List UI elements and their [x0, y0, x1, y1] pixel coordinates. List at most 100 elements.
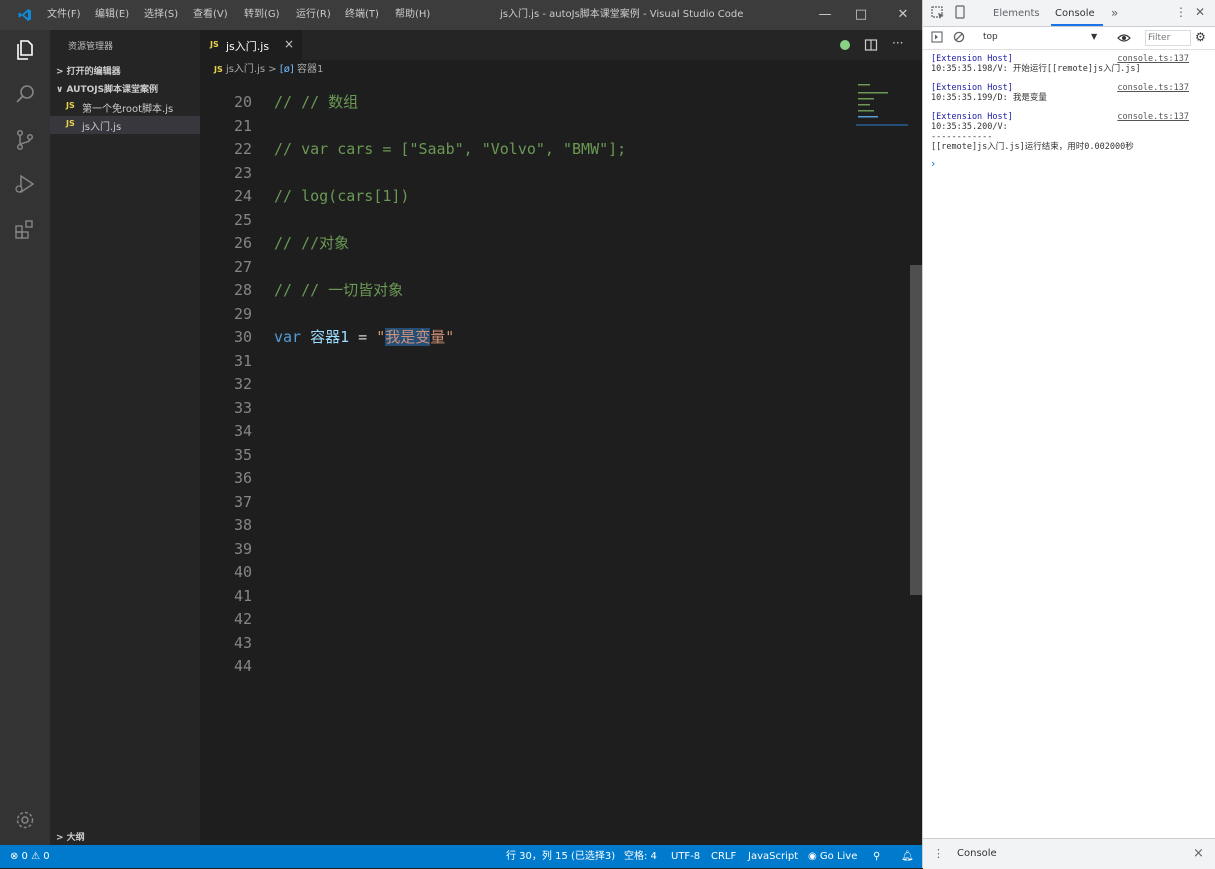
maximize-button[interactable]: □	[846, 0, 876, 30]
code-line[interactable]: 35	[200, 444, 840, 467]
outline-section[interactable]: > 大纲	[56, 830, 85, 843]
line-number: 30	[233, 328, 252, 346]
code-area[interactable]: 20 // // 数组 21 22 // var cars = ["Saab", "Vo…	[200, 91, 900, 691]
line-number: 33	[233, 398, 252, 417]
chevron-down-icon[interactable]: ▼	[1091, 32, 1097, 41]
code-line[interactable]: 31	[200, 350, 840, 373]
drawer-close-icon[interactable]: ×	[1193, 846, 1204, 861]
code-line[interactable]: 41	[200, 585, 840, 608]
minimap[interactable]	[856, 80, 908, 130]
minimize-button[interactable]: —	[810, 0, 840, 30]
tab-close-icon[interactable]: ×	[284, 37, 294, 51]
source-link[interactable]: console.ts:137	[1117, 83, 1189, 93]
extensions-icon[interactable]	[13, 218, 37, 242]
go-live-button[interactable]: ◉ Go Live	[808, 845, 857, 868]
code-line[interactable]: 22 // var cars = ["Saab", "Volvo", "BMW"]…	[200, 138, 840, 161]
code-line[interactable]: 20 // // 数组	[200, 91, 840, 114]
drawer-menu-icon[interactable]: ⋮	[933, 847, 944, 860]
indentation[interactable]: 空格: 4	[624, 845, 657, 868]
tab-console[interactable]: Console	[1055, 8, 1095, 19]
console-message: [Extension Host] console.ts:137 10:35:35.2…	[931, 112, 1209, 152]
search-icon[interactable]	[13, 82, 37, 106]
devtools-toolbar: Elements Console » ⋮ ✕	[923, 0, 1215, 27]
sidebar-title: 资源管理器	[68, 42, 114, 52]
code-line[interactable]: 39	[200, 538, 840, 561]
live-expression-eye-icon[interactable]	[1117, 32, 1131, 44]
device-toolbar-icon[interactable]	[953, 5, 967, 19]
line-number: 24	[233, 187, 252, 205]
show-sidebar-icon[interactable]	[931, 31, 943, 43]
code-line[interactable]: 24 // log(cars[1])	[200, 185, 840, 208]
cursor-position[interactable]: 行 30，列 15 (已选择3)	[506, 845, 615, 868]
encoding[interactable]: UTF-8	[671, 845, 700, 868]
code-line[interactable]: 32	[200, 373, 840, 396]
code-line[interactable]: 29	[200, 303, 840, 326]
tab-elements[interactable]: Elements	[993, 8, 1040, 19]
workspace-folder[interactable]: ∨ AUTOJS脚本课堂案例	[56, 82, 158, 95]
code-line[interactable]: 34	[200, 420, 840, 443]
line-ending[interactable]: CRLF	[711, 845, 736, 868]
split-editor-icon[interactable]	[864, 38, 878, 52]
editor-scrollbar[interactable]	[910, 265, 922, 595]
tab-js-rumen[interactable]: JS js入门.js ×	[200, 30, 302, 60]
manage-gear-icon[interactable]	[13, 808, 37, 832]
menu-view[interactable]: 查看(V)	[193, 0, 228, 30]
menu-goto[interactable]: 转到(G)	[244, 0, 280, 30]
code-line[interactable]: 23	[200, 162, 840, 185]
devtools-close-icon[interactable]: ✕	[1195, 5, 1205, 19]
inspect-element-icon[interactable]	[931, 6, 945, 20]
open-editors-section[interactable]: > 打开的编辑器	[56, 64, 121, 77]
file-item-active[interactable]: JS js入门.js	[50, 116, 200, 134]
code-line[interactable]: 44	[200, 655, 840, 678]
code-line[interactable]: 30 var 容器1 = "我是变量"	[200, 326, 840, 349]
close-button[interactable]: ✕	[888, 0, 918, 30]
code-line[interactable]: 43	[200, 632, 840, 655]
drawer-tab-console[interactable]: Console	[957, 848, 997, 859]
code-line[interactable]: 33	[200, 397, 840, 420]
line-number: 36	[233, 469, 252, 487]
run-debug-icon[interactable]	[13, 172, 37, 196]
menu-selection[interactable]: 选择(S)	[144, 0, 178, 30]
code-line[interactable]: 27	[200, 256, 840, 279]
source-link[interactable]: console.ts:137	[1117, 112, 1189, 122]
menu-help[interactable]: 帮助(H)	[395, 0, 430, 30]
menu-run[interactable]: 运行(R)	[296, 0, 331, 30]
code-line[interactable]: 36	[200, 467, 840, 490]
file-item[interactable]: JS 第一个免root脚本.js	[50, 98, 200, 116]
code-line[interactable]: 37	[200, 491, 840, 514]
console-prompt[interactable]: ›	[931, 157, 935, 170]
explorer-icon[interactable]	[13, 38, 37, 62]
context-selector[interactable]: top	[983, 32, 998, 42]
code-line[interactable]: 21	[200, 115, 840, 138]
code-line[interactable]: 28 // // 一切皆对象	[200, 279, 840, 302]
console-filter-input[interactable]	[1145, 30, 1191, 46]
language-mode[interactable]: JavaScript	[748, 845, 798, 868]
breadcrumb-file[interactable]: js入门.js	[226, 64, 265, 75]
menu-edit[interactable]: 编辑(E)	[95, 0, 129, 30]
menu-terminal[interactable]: 终端(T)	[345, 0, 379, 30]
code-line[interactable]: 25	[200, 209, 840, 232]
line-number: 25	[233, 210, 252, 229]
menu-file[interactable]: 文件(F)	[47, 0, 81, 30]
code-line[interactable]: 26 // //对象	[200, 232, 840, 255]
customize-menu-icon[interactable]: ⋮	[1175, 5, 1187, 19]
feedback-icon[interactable]: ⚲	[873, 845, 880, 868]
debug-bug-icon[interactable]	[838, 38, 852, 52]
code-line[interactable]: 38	[200, 514, 840, 537]
devtools-drawer: ⋮ Console ×	[923, 838, 1215, 869]
clear-console-icon[interactable]	[953, 31, 965, 43]
more-actions-icon[interactable]: ···	[892, 36, 903, 50]
notifications-icon[interactable]: 🔔︎	[901, 845, 914, 868]
code-line[interactable]: 40	[200, 561, 840, 584]
breadcrumb-symbol[interactable]: 容器1	[297, 64, 323, 75]
source-link[interactable]: console.ts:137	[1117, 54, 1189, 64]
code-line[interactable]: 42	[200, 608, 840, 631]
source-control-icon[interactable]	[13, 128, 37, 152]
console-settings-gear-icon[interactable]: ⚙	[1195, 30, 1206, 44]
problems-indicator[interactable]: ⊗ 0 ⚠ 0	[10, 845, 50, 868]
line-number: 21	[233, 116, 252, 135]
more-tabs-button[interactable]: »	[1111, 6, 1118, 20]
code-token: // //对象	[274, 234, 350, 252]
line-number: 37	[233, 492, 252, 511]
line-number: 42	[233, 610, 252, 628]
